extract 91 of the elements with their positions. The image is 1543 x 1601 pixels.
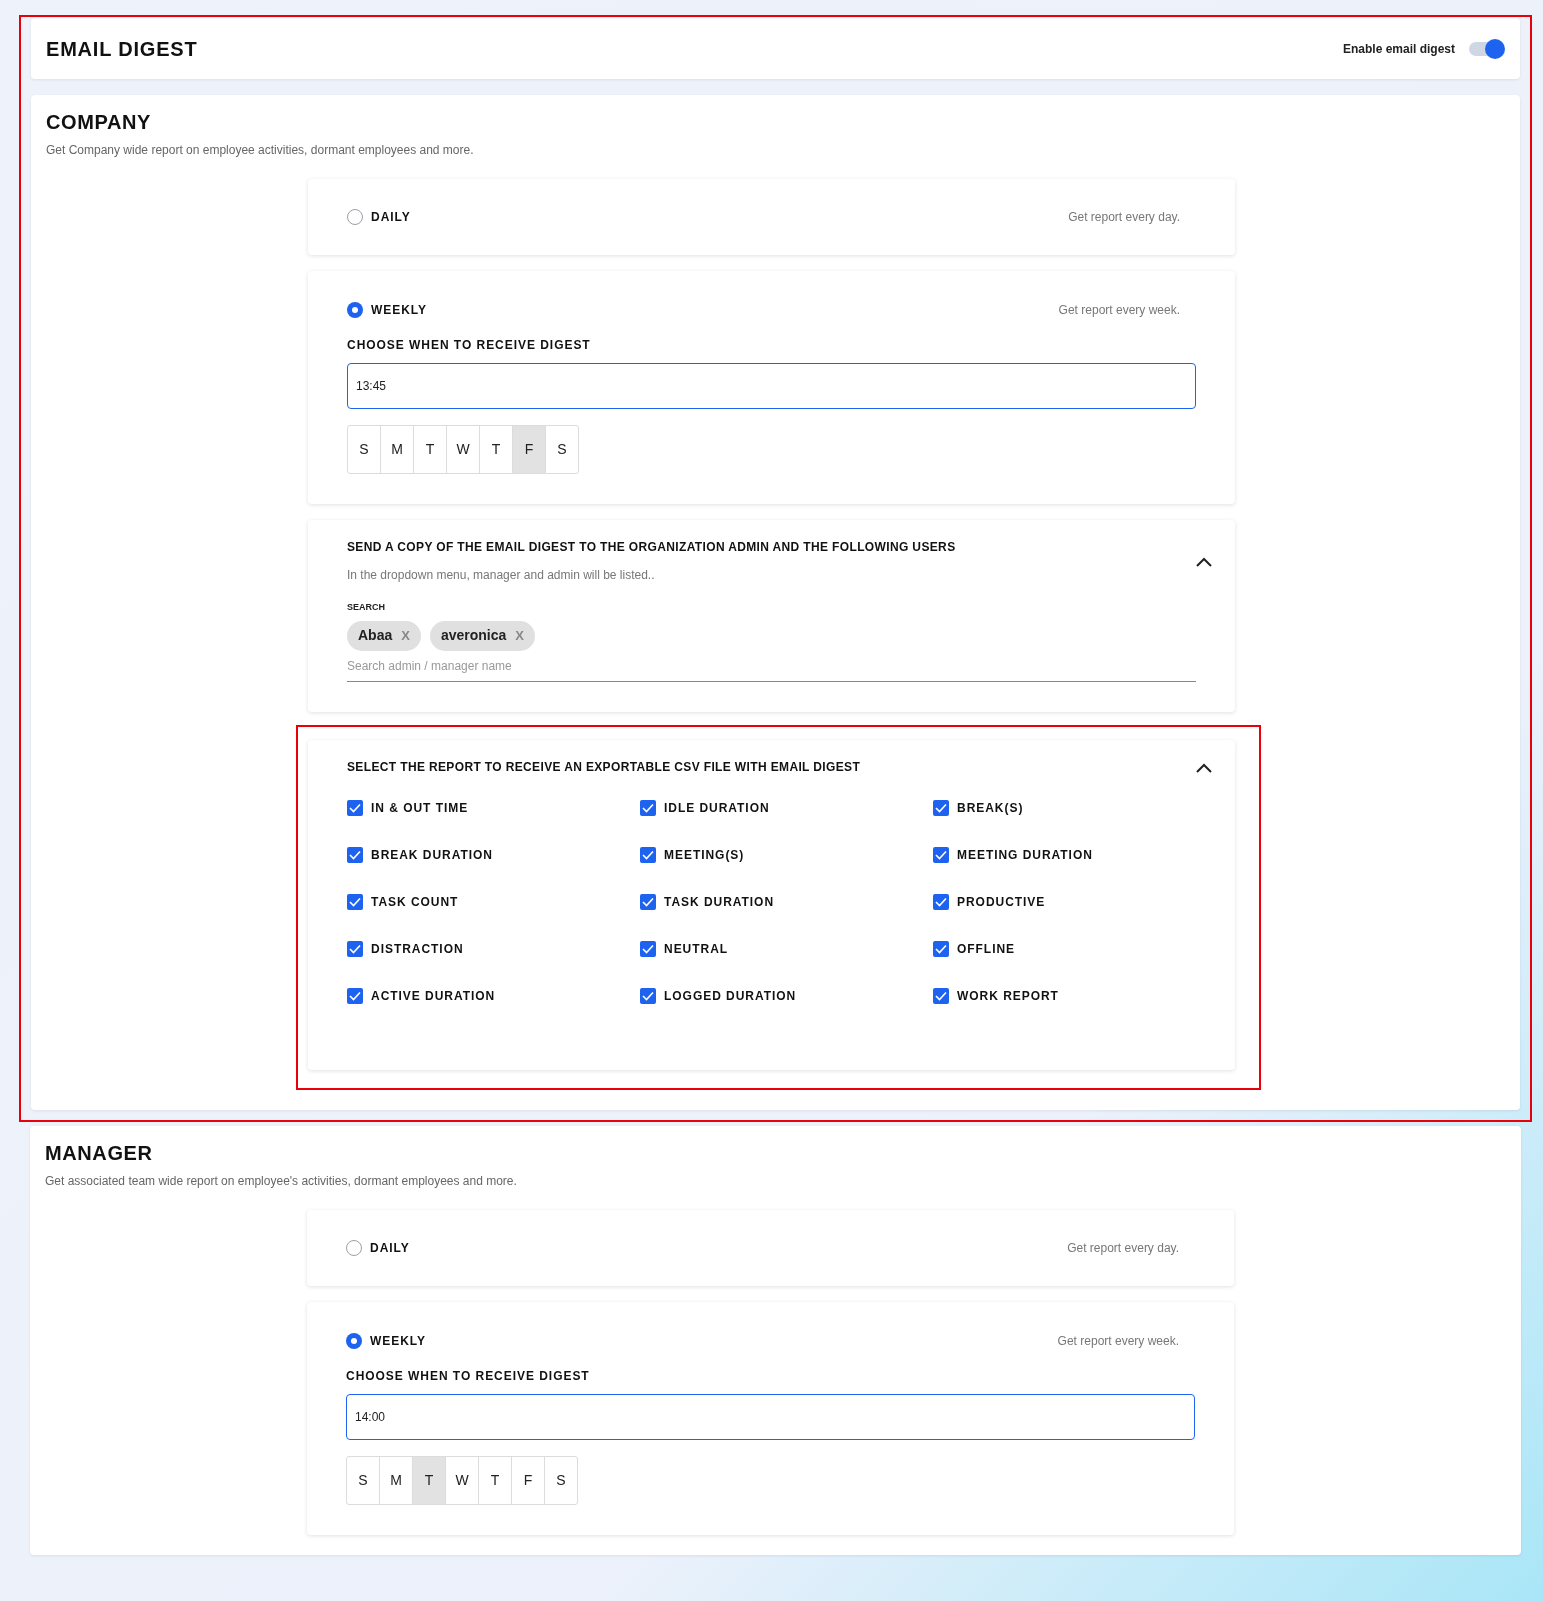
checkbox[interactable] bbox=[933, 940, 949, 957]
option-label: IDLE DURATION bbox=[664, 799, 770, 817]
weekday-toggle[interactable]: M bbox=[379, 1455, 413, 1505]
frequency-hint: Get report every week. bbox=[1057, 1332, 1179, 1350]
chevron-icon[interactable] bbox=[1195, 556, 1213, 568]
option-label: LOGGED DURATION bbox=[664, 987, 797, 1005]
chevron-icon[interactable] bbox=[1195, 761, 1213, 774]
section-title: COMPANY bbox=[46, 110, 152, 135]
checkbox[interactable] bbox=[640, 799, 656, 816]
checkbox[interactable] bbox=[347, 987, 363, 1004]
checkbox[interactable] bbox=[640, 846, 656, 863]
chip-label: Abaa bbox=[358, 626, 393, 645]
field-label: CHOOSE WHEN TO RECEIVE DIGEST bbox=[347, 337, 592, 354]
frequency-hint: Get report every day. bbox=[1067, 1239, 1179, 1257]
weekday-toggle[interactable]: W bbox=[446, 425, 480, 474]
toggle-label: Enable email digest bbox=[1342, 40, 1455, 58]
check-icon bbox=[935, 849, 947, 860]
radio-button[interactable] bbox=[347, 302, 363, 318]
section-title: MANAGER bbox=[45, 1140, 154, 1166]
option-label: BREAK(S) bbox=[957, 799, 1024, 817]
option-label: BREAK DURATION bbox=[371, 846, 493, 864]
checkbox[interactable] bbox=[640, 987, 656, 1004]
option-label: MEETING(S) bbox=[664, 846, 745, 864]
check-icon bbox=[642, 896, 654, 907]
option-label: PRODUCTIVE bbox=[957, 893, 1046, 911]
option-label: TASK DURATION bbox=[664, 893, 775, 911]
time-field[interactable]: 14:00 bbox=[346, 1393, 1195, 1440]
weekday-toggle[interactable]: S bbox=[544, 1455, 578, 1505]
check-icon bbox=[642, 943, 654, 954]
frequency-label: DAILY bbox=[371, 209, 411, 226]
card-title: SEND A COPY OF THE EMAIL DIGEST TO THE ORGANIZATION ADMIN AND THE FOLLOWING USERS bbox=[347, 539, 956, 556]
weekday-toggle[interactable]: S bbox=[346, 1455, 380, 1505]
checkbox[interactable] bbox=[347, 893, 363, 910]
checkbox[interactable] bbox=[640, 940, 656, 957]
check-icon bbox=[642, 802, 654, 813]
weekday-toggle[interactable]: T bbox=[412, 1455, 446, 1505]
weekday-toggle[interactable]: S bbox=[545, 425, 579, 474]
check-icon bbox=[349, 896, 361, 907]
search-label: SEARCH bbox=[347, 601, 386, 614]
checkbox[interactable] bbox=[933, 893, 949, 910]
option-label: MEETING DURATION bbox=[957, 846, 1093, 864]
radio-button[interactable] bbox=[346, 1239, 362, 1256]
check-icon bbox=[349, 849, 361, 860]
check-icon bbox=[642, 990, 654, 1001]
option-label: OFFLINE bbox=[957, 940, 1016, 958]
option-label: IN & OUT TIME bbox=[371, 799, 469, 817]
frequency-hint: Get report every day. bbox=[1068, 209, 1180, 226]
page-title: EMAIL DIGEST bbox=[46, 36, 198, 62]
checkbox[interactable] bbox=[347, 846, 363, 863]
check-icon bbox=[349, 990, 361, 1001]
frequency-hint: Get report every week. bbox=[1058, 302, 1180, 319]
weekday-toggle[interactable]: T bbox=[478, 1455, 512, 1505]
checkbox[interactable] bbox=[933, 987, 949, 1004]
check-icon bbox=[349, 943, 361, 954]
check-icon bbox=[935, 990, 947, 1001]
field-label: CHOOSE WHEN TO RECEIVE DIGEST bbox=[346, 1367, 591, 1385]
weekday-toggle[interactable]: W bbox=[445, 1455, 479, 1505]
toggle-switch[interactable] bbox=[1467, 38, 1505, 59]
weekday-toggle[interactable]: F bbox=[511, 1455, 545, 1505]
frequency-label: WEEKLY bbox=[370, 1332, 426, 1350]
weekday-toggle[interactable]: M bbox=[380, 425, 414, 474]
frequency-label: DAILY bbox=[370, 1239, 410, 1257]
weekday-toggle[interactable]: T bbox=[479, 425, 513, 474]
check-icon bbox=[935, 896, 947, 907]
radio-button[interactable] bbox=[347, 209, 363, 225]
radio-button[interactable] bbox=[346, 1332, 362, 1349]
card-title: SELECT THE REPORT TO RECEIVE AN EXPORTABLE CSV FILE WITH EMAIL DIGEST bbox=[347, 758, 861, 776]
section-subtitle: Get Company wide report on employee activities, dormant employees and more. bbox=[46, 142, 475, 159]
search-field[interactable]: Search admin / manager name bbox=[347, 656, 1196, 682]
section-subtitle: Get associated team wide report on employee's activities, dormant employees and more. bbox=[45, 1172, 518, 1190]
checkbox[interactable] bbox=[933, 846, 949, 863]
check-icon bbox=[349, 802, 361, 813]
weekday-toggle[interactable]: F bbox=[512, 425, 546, 474]
checkbox[interactable] bbox=[640, 893, 656, 910]
check-icon bbox=[935, 802, 947, 813]
chip-label: averonica bbox=[440, 626, 507, 645]
card-description: In the dropdown menu, manager and admin will be listed.. bbox=[347, 567, 656, 584]
weekday-toggle[interactable]: S bbox=[347, 425, 381, 474]
check-icon bbox=[642, 849, 654, 860]
option-label: DISTRACTION bbox=[371, 940, 464, 958]
option-label: ACTIVE DURATION bbox=[371, 987, 496, 1005]
weekday-toggle[interactable]: T bbox=[413, 425, 447, 474]
time-field[interactable]: 13:45 bbox=[347, 363, 1196, 409]
option-label: WORK REPORT bbox=[957, 987, 1059, 1005]
checkbox[interactable] bbox=[933, 799, 949, 816]
option-label: NEUTRAL bbox=[664, 940, 729, 958]
option-label: TASK COUNT bbox=[371, 893, 459, 911]
check-icon bbox=[935, 943, 947, 954]
frequency-label: WEEKLY bbox=[371, 302, 427, 319]
checkbox[interactable] bbox=[347, 799, 363, 816]
checkbox[interactable] bbox=[347, 940, 363, 957]
